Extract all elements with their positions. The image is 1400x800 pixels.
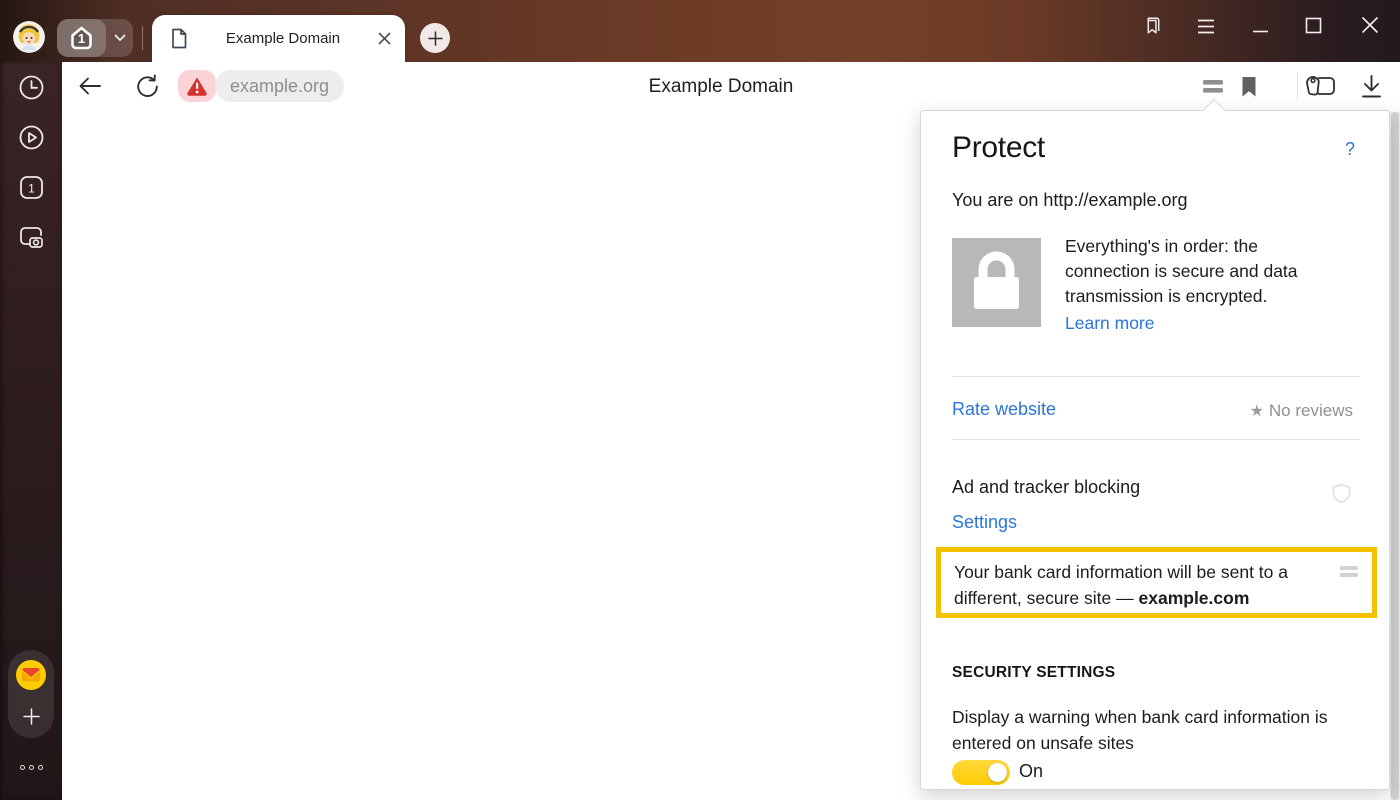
- sidebar-history-button[interactable]: [17, 73, 45, 101]
- dot-icon: [20, 765, 25, 770]
- reload-button[interactable]: [134, 73, 160, 99]
- warning-toggle[interactable]: [952, 760, 1010, 785]
- maximize-button[interactable]: [1303, 15, 1323, 35]
- back-arrow-icon: [78, 76, 102, 96]
- tab-title: Example Domain: [188, 30, 378, 47]
- bookmark-icon: [1241, 77, 1257, 97]
- new-tab-button[interactable]: [420, 23, 450, 53]
- protect-menu-button[interactable]: [1202, 79, 1224, 93]
- adblock-settings-link[interactable]: Settings: [952, 512, 1017, 533]
- protect-bars-icon: [1203, 80, 1223, 93]
- side-panels-button[interactable]: [1141, 15, 1161, 35]
- warning-setting-text: Display a warning when bank card informa…: [952, 704, 1372, 756]
- minimize-button[interactable]: [1250, 20, 1270, 40]
- reviews-status: ★ No reviews: [1250, 401, 1353, 421]
- tab-group-chevron[interactable]: [106, 34, 133, 42]
- reviews-label: No reviews: [1269, 401, 1353, 421]
- rate-website-link[interactable]: Rate website: [952, 399, 1056, 420]
- play-icon: [18, 124, 45, 151]
- plus-icon: [23, 708, 40, 725]
- yandex-mail-icon: [16, 660, 46, 690]
- sidebar-screenshot-button[interactable]: [17, 223, 45, 251]
- tab-count-value: 1: [57, 20, 106, 58]
- svg-text:1: 1: [28, 181, 35, 195]
- connection-status-text: Everything's in order: the connection is…: [1065, 234, 1365, 309]
- protect-panel: Protect ? You are on http://example.org …: [920, 110, 1390, 790]
- divider: [952, 439, 1360, 440]
- minimize-icon: [1252, 22, 1269, 39]
- bank-notice-text: Your bank card information will be sent …: [954, 559, 1360, 611]
- scrollbar-thumb[interactable]: [1391, 112, 1399, 800]
- tabs-count-icon: 1: [18, 174, 45, 201]
- site-warning-badge[interactable]: [178, 70, 216, 102]
- active-tab[interactable]: Example Domain: [152, 15, 405, 62]
- maximize-icon: [1305, 17, 1322, 34]
- shield-outline-icon: [1332, 483, 1351, 504]
- reload-icon: [135, 74, 160, 99]
- tab-counter[interactable]: 1: [57, 19, 106, 57]
- screenshot-camera-icon: [17, 223, 45, 251]
- menu-button[interactable]: [1196, 16, 1216, 36]
- current-site-text: You are on http://example.org: [952, 190, 1188, 211]
- dot-icon: [38, 765, 43, 770]
- bank-notice-domain: example.com: [1139, 588, 1250, 608]
- notice-bars-icon: [1340, 566, 1358, 578]
- divider: [952, 376, 1360, 377]
- page-doc-icon: [170, 28, 188, 49]
- help-link[interactable]: ?: [1345, 139, 1355, 160]
- bookmark-button[interactable]: [1240, 76, 1257, 97]
- history-clock-icon: [18, 74, 45, 101]
- close-window-button[interactable]: [1360, 15, 1380, 35]
- mail-app-button[interactable]: [16, 660, 46, 690]
- ad-blocking-label: Ad and tracker blocking: [952, 477, 1140, 498]
- download-icon: [1361, 75, 1382, 99]
- bank-card-notice: Your bank card information will be sent …: [936, 547, 1377, 618]
- toolbar-page-title: Example Domain: [591, 76, 851, 98]
- page-scrollbar[interactable]: [1390, 112, 1400, 800]
- dock-add-button[interactable]: [8, 698, 54, 734]
- security-settings-header: SECURITY SETTINGS: [952, 664, 1115, 682]
- browser-titlebar: 1 Example Domain: [0, 0, 1400, 62]
- extensions-icon: [1303, 73, 1337, 101]
- url-text: example.org: [230, 76, 329, 97]
- lock-icon: [952, 238, 1041, 327]
- hamburger-icon: [1197, 19, 1215, 34]
- address-bar[interactable]: example.org: [215, 70, 344, 102]
- sidebar-dock: [8, 650, 54, 738]
- toggle-knob[interactable]: [988, 763, 1007, 782]
- secure-lock-tile: [952, 238, 1041, 327]
- toggle-state-label: On: [1019, 761, 1043, 782]
- downloads-button[interactable]: [1360, 74, 1382, 99]
- warning-triangle-icon: [186, 76, 208, 96]
- avatar[interactable]: [13, 21, 45, 53]
- close-icon: [1361, 16, 1379, 34]
- back-button[interactable]: [78, 74, 102, 98]
- avatar-icon: [13, 21, 45, 53]
- sidebar-more-button[interactable]: [0, 765, 62, 770]
- tab-close-icon[interactable]: [378, 32, 391, 45]
- toolbar-separator: [1297, 72, 1298, 100]
- sidebar-media-button[interactable]: [17, 123, 45, 151]
- titlebar-separator: [142, 26, 143, 50]
- plus-icon: [428, 31, 443, 46]
- sidebar: 1: [0, 62, 62, 800]
- tab-group-control[interactable]: 1: [57, 19, 133, 57]
- dot-icon: [29, 765, 34, 770]
- browser-window: 1 Example Domain: [0, 0, 1400, 800]
- chevron-down-icon: [114, 34, 126, 42]
- panel-title: Protect: [952, 131, 1045, 165]
- bookmarks-stack-icon: [1141, 15, 1161, 36]
- sidebar-tabs-button[interactable]: 1: [17, 173, 45, 201]
- extensions-button[interactable]: [1302, 72, 1338, 101]
- star-icon: ★: [1250, 401, 1264, 421]
- learn-more-link[interactable]: Learn more: [1065, 313, 1155, 334]
